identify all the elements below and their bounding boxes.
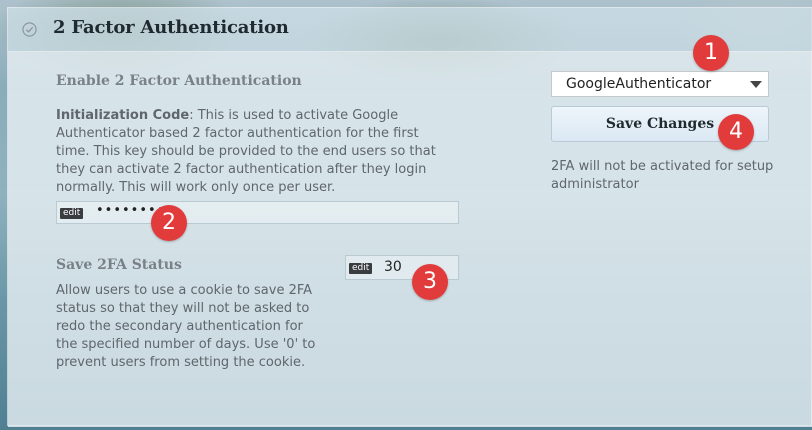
auth-method-value: GoogleAuthenticator xyxy=(566,76,712,92)
callout-badge-4: 4 xyxy=(718,114,754,150)
callout-badge-3: 3 xyxy=(412,264,448,300)
callout-badge-2: 2 xyxy=(151,205,187,241)
edit-tag: edit xyxy=(60,208,84,219)
activation-note: 2FA will not be activated for setup admi… xyxy=(551,159,774,192)
section-header[interactable]: 2 Factor Authentication xyxy=(8,8,812,52)
callout-badge-1: 1 xyxy=(693,35,729,71)
chevron-down-icon xyxy=(750,81,762,88)
section-title: 2 Factor Authentication xyxy=(53,17,289,38)
settings-panel: 2 Factor Authentication Enable 2 Factor … xyxy=(7,7,812,427)
save-2fa-days-value: 30 xyxy=(384,259,402,275)
edit-tag: edit xyxy=(349,263,373,274)
save-2fa-status-description: Allow users to use a cookie to save 2FA … xyxy=(56,283,316,370)
check-circle-icon xyxy=(22,22,37,37)
auth-method-select[interactable]: GoogleAuthenticator xyxy=(551,71,769,97)
init-code-term: Initialization Code xyxy=(56,108,190,123)
init-code-field[interactable]: edit •••••••• xyxy=(56,201,459,224)
init-code-description: Initialization Code: This is used to act… xyxy=(56,107,456,197)
enable-2fa-label: Enable 2 Factor Authentication xyxy=(56,73,302,89)
save-2fa-status-label: Save 2FA Status xyxy=(56,257,182,273)
